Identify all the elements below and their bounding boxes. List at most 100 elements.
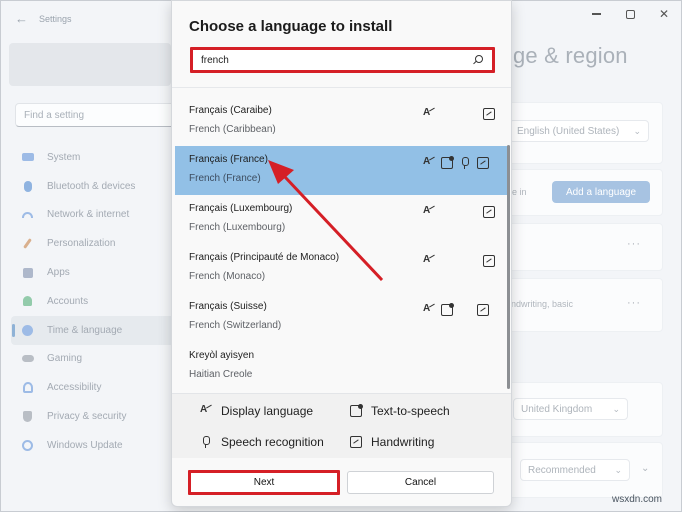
- nav-item-apps[interactable]: Apps: [11, 258, 176, 287]
- update-icon: [21, 439, 34, 451]
- find-setting-input[interactable]: Find a setting: [15, 103, 175, 127]
- nav-item-label: Windows Update: [47, 439, 123, 451]
- display-language-icon: [423, 107, 435, 120]
- nav-item-label: Network & internet: [47, 209, 130, 221]
- cancel-button[interactable]: Cancel: [347, 471, 494, 494]
- feature-icons: [417, 205, 495, 218]
- language-item-haitian-creole[interactable]: Kreyòl ayisyen Haitian Creole: [175, 342, 509, 391]
- nav-item-windows-update[interactable]: Windows Update: [11, 431, 176, 460]
- list-scrollbar[interactable]: [507, 97, 510, 389]
- nav-item-time-language[interactable]: Time & language: [11, 315, 176, 345]
- handwriting-icon: [483, 206, 495, 218]
- more-options-icon[interactable]: ···: [627, 297, 641, 309]
- search-icon: [472, 54, 484, 66]
- close-icon: ✕: [658, 7, 670, 21]
- format-dropdown[interactable]: Recommended ⌄: [520, 459, 630, 481]
- legend-text-to-speech: Text-to-speech: [350, 404, 450, 418]
- language-english-name: French (Switzerland): [189, 320, 282, 331]
- speech-recognition-icon: [459, 157, 471, 169]
- language-english-name: French (Luxembourg): [189, 222, 286, 233]
- language-item-monaco[interactable]: Français (Principauté de Monaco) French …: [175, 244, 509, 293]
- nav-item-system[interactable]: System: [11, 143, 176, 172]
- feature-icons: [417, 254, 495, 267]
- choose-language-dialog: Choose a language to install french Fran…: [171, 0, 512, 507]
- close-button[interactable]: ✕: [647, 1, 681, 27]
- add-language-button[interactable]: Add a language: [552, 181, 650, 203]
- nav-item-bluetooth[interactable]: Bluetooth & devices: [11, 172, 176, 201]
- accessibility-icon: [21, 382, 34, 394]
- maximize-button[interactable]: [613, 1, 647, 27]
- display-language-icon: [423, 254, 435, 267]
- person-icon: [21, 295, 34, 307]
- region-dropdown[interactable]: United Kingdom ⌄: [513, 398, 628, 420]
- nav-item-accounts[interactable]: Accounts: [11, 287, 176, 316]
- nav-item-gaming[interactable]: Gaming: [11, 345, 176, 374]
- language-item-france[interactable]: Français (France) French (France): [175, 146, 509, 195]
- language-english-name: French (Caribbean): [189, 124, 276, 135]
- next-button[interactable]: Next: [188, 470, 340, 495]
- more-options-icon[interactable]: ···: [627, 238, 641, 250]
- language-name: Kreyòl ayisyen: [189, 350, 255, 361]
- nav-item-label: Gaming: [47, 353, 83, 365]
- legend-label: Display language: [221, 404, 314, 418]
- speech-recognition-icon: [200, 436, 212, 448]
- nav-item-label: System: [47, 151, 81, 163]
- nav-item-privacy[interactable]: Privacy & security: [11, 402, 176, 431]
- monitor-icon: [21, 151, 34, 163]
- dropdown-value: United Kingdom: [521, 403, 593, 415]
- app-title: Settings: [39, 14, 72, 24]
- nav-item-label: Accounts: [47, 295, 89, 307]
- globe-clock-icon: [21, 324, 34, 336]
- dropdown-value: English (United States): [517, 125, 620, 137]
- minimize-button[interactable]: [579, 1, 613, 27]
- display-language-dropdown[interactable]: English (United States) ⌄: [509, 120, 649, 142]
- nav-item-label: Apps: [47, 267, 70, 279]
- watermark: wsxdn.com: [612, 494, 663, 505]
- handwriting-icon: [350, 436, 362, 448]
- nav-item-personalization[interactable]: Personalization: [11, 229, 176, 258]
- nav-item-label: Privacy & security: [47, 411, 127, 423]
- legend-label: Speech recognition: [221, 435, 324, 449]
- language-english-name: Haitian Creole: [189, 369, 253, 380]
- handwriting-icon: [477, 304, 489, 316]
- feature-icons: [417, 303, 489, 316]
- nav-item-network[interactable]: Network & internet: [11, 201, 176, 230]
- feature-legend: Display language Text-to-speech Speech r…: [172, 393, 511, 458]
- language-item-caraibe[interactable]: Français (Caraibe) French (Caribbean): [175, 97, 509, 146]
- language-english-name: French (France): [189, 173, 261, 184]
- search-value: french: [201, 54, 229, 66]
- language-item-suisse[interactable]: Français (Suisse) French (Switzerland): [175, 293, 509, 342]
- expand-chevron-icon[interactable]: ⌄: [641, 463, 649, 474]
- maximize-icon: [625, 9, 635, 19]
- legend-label: Handwriting: [371, 435, 435, 449]
- language-search-input[interactable]: french: [190, 47, 495, 73]
- handwriting-icon: [483, 255, 495, 267]
- nav-item-label: Personalization: [47, 238, 116, 250]
- dialog-title: Choose a language to install: [189, 18, 393, 35]
- language-item-luxembourg[interactable]: Français (Luxembourg) French (Luxembourg…: [175, 195, 509, 244]
- legend-speech-recognition: Speech recognition: [200, 435, 324, 449]
- legend-display-language: Display language: [200, 404, 313, 418]
- display-language-icon: [423, 303, 435, 316]
- nav-item-label: Accessibility: [47, 382, 102, 394]
- display-language-icon: [200, 404, 212, 417]
- text-to-speech-icon: [350, 404, 363, 417]
- back-arrow-icon[interactable]: ←: [15, 11, 28, 26]
- chevron-down-icon: ⌄: [614, 464, 622, 475]
- window-controls: ✕: [579, 1, 681, 27]
- scroll-thumb[interactable]: [507, 145, 510, 389]
- legend-label: Text-to-speech: [371, 404, 450, 418]
- chevron-down-icon: ⌄: [612, 403, 620, 414]
- chevron-down-icon: ⌄: [633, 125, 641, 136]
- nav-item-label: Bluetooth & devices: [47, 180, 136, 192]
- user-account-card[interactable]: [9, 43, 171, 86]
- bluetooth-icon: [21, 180, 34, 192]
- apps-icon: [21, 267, 34, 279]
- page-heading: ge & region: [513, 43, 628, 68]
- partial-text: ndwriting, basic: [511, 299, 574, 309]
- feature-icons: [417, 156, 489, 169]
- language-list: Français (Caraibe) French (Caribbean) Fr…: [175, 97, 509, 391]
- display-language-icon: [423, 156, 435, 169]
- shield-icon: [21, 411, 34, 423]
- nav-item-accessibility[interactable]: Accessibility: [11, 373, 176, 402]
